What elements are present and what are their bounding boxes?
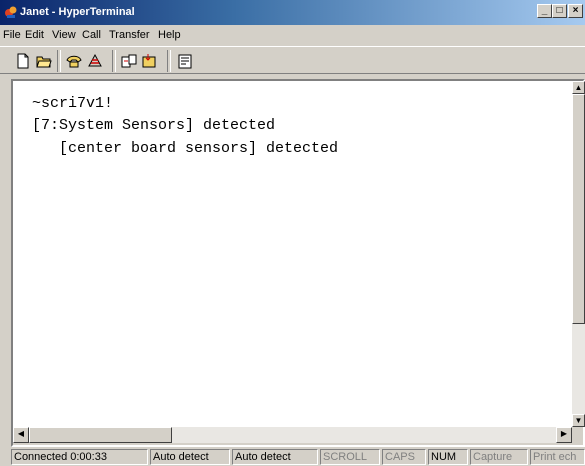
hyperterminal-icon [5,6,17,18]
terminal-line: ~scri7v1! [32,95,114,112]
horizontal-scroll-thumb[interactable] [29,427,172,443]
horizontal-scrollbar[interactable]: ◀ ▶ [13,427,572,443]
menu-bar: File Edit View Call Transfer Help [0,25,585,46]
menu-view[interactable]: View [52,29,76,42]
toolbar-separator [167,50,171,72]
status-num: NUM [428,449,468,465]
title-bar[interactable]: Janet - HyperTerminal _ □ × [0,0,585,25]
close-button[interactable]: × [568,4,583,18]
menu-file[interactable]: File [3,29,21,42]
minimize-button[interactable]: _ [537,4,552,18]
maximize-button[interactable]: □ [552,4,567,18]
new-document-icon[interactable] [14,52,32,70]
open-folder-icon[interactable] [35,52,53,70]
receive-file-icon[interactable] [141,52,159,70]
scroll-up-button[interactable]: ▲ [572,81,585,94]
vertical-scrollbar[interactable]: ▲ ▼ [572,81,585,427]
send-file-icon[interactable] [120,52,138,70]
toolbar-separator [57,50,61,72]
status-print-echo: Print ech [530,449,585,465]
toolbar-separator [112,50,116,72]
window-title: Janet - HyperTerminal [20,6,135,18]
dial-phone-icon[interactable] [65,52,83,70]
terminal-screen[interactable]: ~scri7v1! [7:System Sensors] detected [c… [13,81,572,427]
status-connection: Connected 0:00:33 [11,449,148,465]
properties-icon[interactable] [176,52,194,70]
menu-call[interactable]: Call [82,29,101,42]
menu-help[interactable]: Help [158,29,181,42]
scroll-right-button[interactable]: ▶ [556,427,572,443]
status-caps: CAPS [382,449,426,465]
scroll-down-button[interactable]: ▼ [572,414,585,427]
vertical-scroll-thumb[interactable] [572,94,585,324]
menu-edit[interactable]: Edit [25,29,44,42]
terminal-line: [center board sensors] detected [32,140,339,157]
status-capture: Capture [470,449,528,465]
status-scroll: SCROLL [320,449,380,465]
toolbar [0,46,585,74]
terminal-line: [7:System Sensors] detected [32,117,276,134]
scroll-left-button[interactable]: ◀ [13,427,29,443]
status-detect-2: Auto detect [232,449,318,465]
menu-transfer[interactable]: Transfer [109,29,150,42]
status-detect-1: Auto detect [150,449,230,465]
disconnect-phone-icon[interactable] [86,52,104,70]
status-bar: Connected 0:00:33 Auto detect Auto detec… [0,447,585,466]
